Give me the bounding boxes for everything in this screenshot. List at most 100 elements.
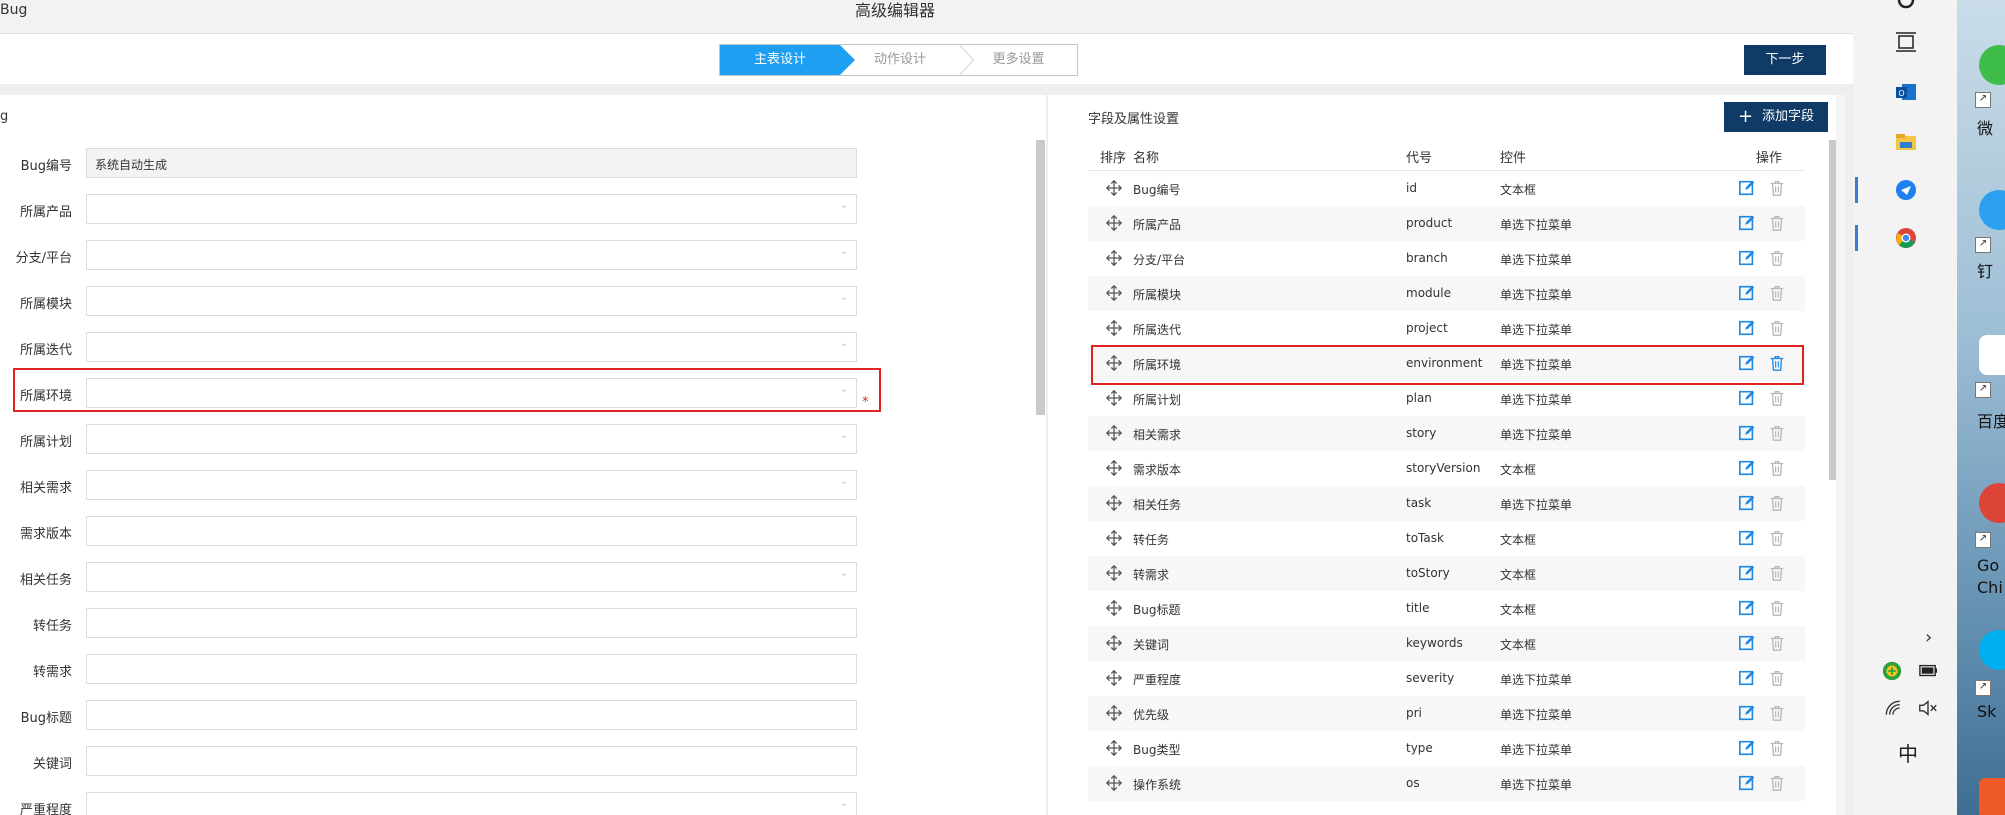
skype-desktop-icon[interactable] <box>1979 630 2005 670</box>
table-row[interactable]: 相关需求 story 单选下拉菜单 <box>1088 416 1805 451</box>
drag-move-icon[interactable] <box>1105 319 1123 337</box>
form-select[interactable]: ⌄ <box>86 470 857 500</box>
edit-icon[interactable] <box>1738 284 1756 302</box>
chrome-icon[interactable] <box>1894 226 1918 250</box>
app-desktop-icon[interactable] <box>1979 778 2005 815</box>
table-row[interactable]: 所属计划 plan 单选下拉菜单 <box>1088 381 1805 416</box>
drag-move-icon[interactable] <box>1105 529 1123 547</box>
delete-icon[interactable] <box>1768 529 1786 547</box>
step-more-settings[interactable]: 更多设置 <box>960 45 1077 75</box>
table-row[interactable]: Bug编号 id 文本框 <box>1088 171 1805 206</box>
next-step-button[interactable]: 下一步 <box>1744 45 1826 75</box>
delete-icon[interactable] <box>1768 739 1786 757</box>
drag-move-icon[interactable] <box>1105 669 1123 687</box>
drag-move-icon[interactable] <box>1105 634 1123 652</box>
wechat-desktop-icon[interactable] <box>1979 45 2005 85</box>
drag-move-icon[interactable] <box>1105 179 1123 197</box>
table-row[interactable]: 关键词 keywords 文本框 <box>1088 626 1805 661</box>
delete-icon[interactable] <box>1768 214 1786 232</box>
edit-icon[interactable] <box>1738 459 1756 477</box>
table-row[interactable]: 严重程度 severity 单选下拉菜单 <box>1088 661 1805 696</box>
cortana-icon[interactable] <box>1894 0 1918 14</box>
edit-icon[interactable] <box>1738 599 1756 617</box>
form-text-input[interactable] <box>86 516 857 546</box>
edit-icon[interactable] <box>1738 249 1756 267</box>
outlook-icon[interactable]: O <box>1894 80 1918 104</box>
drag-move-icon[interactable] <box>1105 564 1123 582</box>
edit-icon[interactable] <box>1738 494 1756 512</box>
table-row[interactable]: 转任务 toTask 文本框 <box>1088 521 1805 556</box>
tray-app-icon[interactable] <box>1881 660 1903 682</box>
delete-icon[interactable] <box>1768 179 1786 197</box>
delete-icon[interactable] <box>1768 459 1786 477</box>
ime-indicator[interactable]: 中 <box>1898 738 1918 767</box>
file-explorer-icon[interactable] <box>1894 130 1918 154</box>
edit-icon[interactable] <box>1738 669 1756 687</box>
drag-move-icon[interactable] <box>1105 704 1123 722</box>
drag-move-icon[interactable] <box>1105 424 1123 442</box>
edit-icon[interactable] <box>1738 739 1756 757</box>
form-select[interactable]: ⌄ <box>86 194 857 224</box>
feishu-icon[interactable] <box>1894 178 1918 202</box>
delete-icon[interactable] <box>1768 564 1786 582</box>
drag-move-icon[interactable] <box>1105 494 1123 512</box>
form-scrollbar[interactable] <box>1036 140 1045 415</box>
add-field-button[interactable]: + 添加字段 <box>1724 102 1828 132</box>
table-row[interactable]: 优先级 pri 单选下拉菜单 <box>1088 696 1805 731</box>
edit-icon[interactable] <box>1738 774 1756 792</box>
edit-icon[interactable] <box>1738 389 1756 407</box>
table-row[interactable]: 所属模块 module 单选下拉菜单 <box>1088 276 1805 311</box>
edit-icon[interactable] <box>1738 634 1756 652</box>
form-select[interactable]: ⌄ <box>86 286 857 316</box>
form-text-input[interactable] <box>86 608 857 638</box>
edit-icon[interactable] <box>1738 564 1756 582</box>
delete-icon[interactable] <box>1768 389 1786 407</box>
fields-table-scrollbar[interactable] <box>1829 140 1836 480</box>
delete-icon[interactable] <box>1768 704 1786 722</box>
chevron-right-icon[interactable]: › <box>1925 627 1932 648</box>
delete-icon[interactable] <box>1768 669 1786 687</box>
delete-icon[interactable] <box>1768 494 1786 512</box>
delete-icon[interactable] <box>1768 284 1786 302</box>
table-row[interactable]: 需求版本 storyVersion 文本框 <box>1088 451 1805 486</box>
table-row[interactable]: 相关任务 task 单选下拉菜单 <box>1088 486 1805 521</box>
delete-icon[interactable] <box>1768 774 1786 792</box>
drag-move-icon[interactable] <box>1105 599 1123 617</box>
form-text-input[interactable] <box>86 746 857 776</box>
edit-icon[interactable] <box>1738 704 1756 722</box>
form-select[interactable]: ⌄ <box>86 424 857 454</box>
battery-icon[interactable] <box>1917 662 1939 680</box>
table-row[interactable]: Bug标题 title 文本框 <box>1088 591 1805 626</box>
dingtalk-desktop-icon[interactable] <box>1979 190 2005 230</box>
table-row[interactable]: 操作系统 os 单选下拉菜单 <box>1088 766 1805 801</box>
form-select[interactable]: ⌄ <box>86 562 857 592</box>
table-row[interactable]: 所属产品 product 单选下拉菜单 <box>1088 206 1805 241</box>
form-text-input[interactable] <box>86 700 857 730</box>
baidu-desktop-icon[interactable] <box>1979 335 2005 375</box>
edit-icon[interactable] <box>1738 319 1756 337</box>
window-scrollbar[interactable] <box>1836 95 1846 815</box>
delete-icon[interactable] <box>1768 599 1786 617</box>
form-select[interactable]: ⌄ <box>86 332 857 362</box>
drag-move-icon[interactable] <box>1105 459 1123 477</box>
table-row[interactable]: 分支/平台 branch 单选下拉菜单 <box>1088 241 1805 276</box>
delete-icon[interactable] <box>1768 249 1786 267</box>
edit-icon[interactable] <box>1738 179 1756 197</box>
drag-move-icon[interactable] <box>1105 739 1123 757</box>
drag-move-icon[interactable] <box>1105 214 1123 232</box>
edit-icon[interactable] <box>1738 424 1756 442</box>
task-view-icon[interactable] <box>1894 30 1918 54</box>
drag-move-icon[interactable] <box>1105 389 1123 407</box>
step-action-design[interactable]: 动作设计 <box>840 45 960 75</box>
drag-move-icon[interactable] <box>1105 774 1123 792</box>
google-chrome-desktop-icon[interactable] <box>1979 483 2005 523</box>
wifi-icon[interactable] <box>1883 698 1903 718</box>
form-select[interactable]: ⌄ <box>86 240 857 270</box>
table-row[interactable]: 转需求 toStory 文本框 <box>1088 556 1805 591</box>
delete-icon[interactable] <box>1768 634 1786 652</box>
table-row[interactable]: Bug类型 type 单选下拉菜单 <box>1088 731 1805 766</box>
form-select[interactable]: ⌄ <box>86 792 857 815</box>
table-row[interactable]: 所属迭代 project 单选下拉菜单 <box>1088 311 1805 346</box>
form-text-input[interactable] <box>86 654 857 684</box>
delete-icon[interactable] <box>1768 424 1786 442</box>
